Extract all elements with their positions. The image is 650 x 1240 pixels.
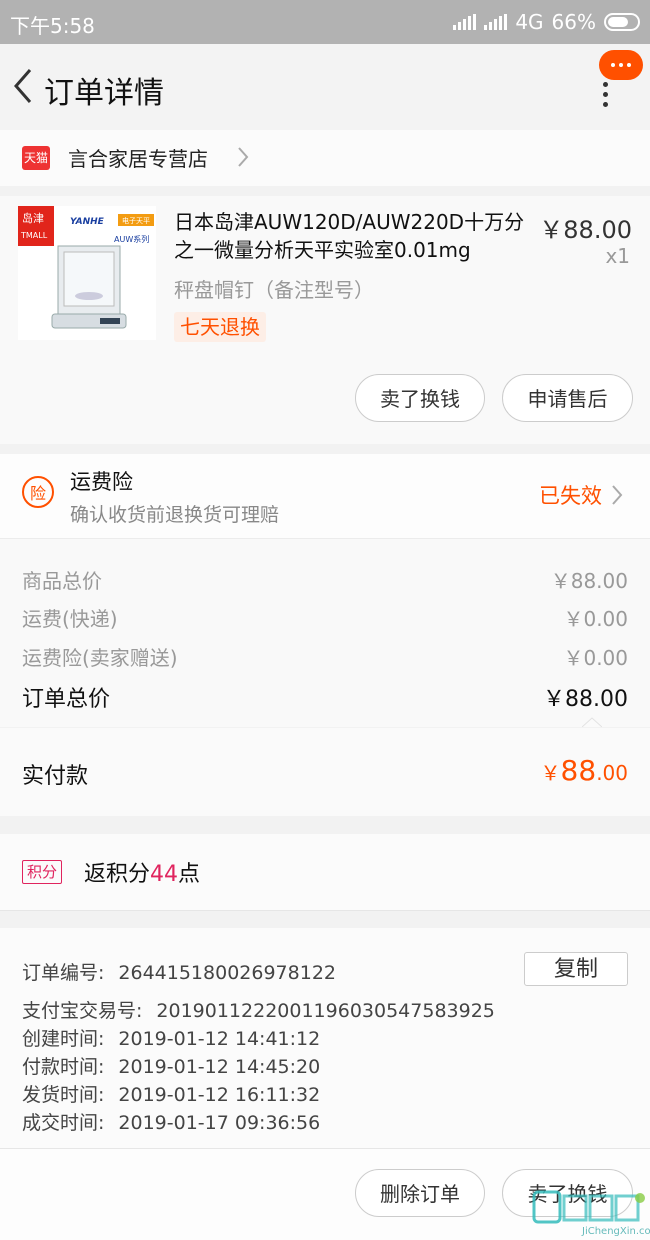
insurance-status: 已失效 <box>539 484 602 508</box>
paid-time-line: 付款时间: 2019-01-12 14:45:20 <box>22 1052 320 1079</box>
paid-amount-row: 实付款 ￥88.00 <box>0 728 650 816</box>
row-label: 商品总价 <box>22 569 102 593</box>
info-label: 订单编号: <box>22 962 105 984</box>
row-label: 运费险(卖家赠送) <box>22 646 178 670</box>
back-arrow-icon[interactable] <box>10 66 36 106</box>
kebab-menu-icon[interactable] <box>602 82 610 112</box>
info-label: 付款时间: <box>22 1056 105 1078</box>
info-label: 发货时间: <box>22 1084 105 1106</box>
points-text: 返积分44点 <box>84 856 200 888</box>
paid-label: 实付款 <box>22 764 89 789</box>
nav-bar: 订单详情 <box>0 44 650 130</box>
battery-percent: 66% <box>551 10 596 34</box>
shop-name[interactable]: 言合家居专营店 <box>68 143 208 172</box>
info-value: 2019011222001196030547583925 <box>156 1000 495 1022</box>
product-card: 岛津 TMALL YANHE 电子天平 AUW系列 日本岛津AUW120D/AU… <box>0 196 650 444</box>
seven-day-return-tag: 七天退换 <box>174 312 266 342</box>
status-bar: 下午5:58 4G 66% <box>0 0 650 44</box>
tmall-icon: 天猫 <box>22 146 50 170</box>
row-value: ￥0.00 <box>563 646 628 670</box>
created-time-line: 创建时间: 2019-01-12 14:41:12 <box>22 1024 320 1051</box>
product-quantity: x1 <box>605 244 630 268</box>
order-total-value: ￥88.00 <box>543 687 628 712</box>
watermark-text: JiChengXin.com <box>582 1226 650 1237</box>
status-indicators: 4G 66% <box>453 10 640 34</box>
copy-button[interactable]: 复制 <box>524 952 628 986</box>
order-info: 订单编号: 264415180026978122 复制 支付宝交易号: 201901… <box>0 928 650 1148</box>
info-label: 创建时间: <box>22 1028 105 1050</box>
status-time: 下午5:58 <box>10 14 95 38</box>
order-total-label: 订单总价 <box>22 687 111 712</box>
chevron-right-icon <box>238 147 249 167</box>
page-title: 订单详情 <box>44 76 164 111</box>
after-sale-button[interactable]: 申请售后 <box>502 374 633 422</box>
info-label: 成交时间: <box>22 1112 105 1134</box>
svg-text:AUW系列: AUW系列 <box>114 234 149 244</box>
network-type: 4G <box>515 10 544 34</box>
row-value: ￥88.00 <box>550 569 628 593</box>
product-title[interactable]: 日本岛津AUW120D/AUW220D十万分之一微量分析天平实验室0.01mg <box>174 208 530 264</box>
svg-text:TMALL: TMALL <box>20 231 48 240</box>
svg-text:岛津: 岛津 <box>22 211 44 225</box>
info-label: 支付宝交易号: <box>22 1000 143 1022</box>
info-value: 2019-01-12 14:45:20 <box>118 1056 321 1078</box>
info-value: 2019-01-12 16:11:32 <box>118 1084 321 1106</box>
info-value: 2019-01-12 14:41:12 <box>118 1028 321 1050</box>
shipped-time-line: 发货时间: 2019-01-12 16:11:32 <box>22 1080 320 1107</box>
shipping-insurance-row[interactable]: 险 运费险 确认收货前退换货可理赔 已失效 <box>0 454 650 539</box>
currency-symbol: ￥ <box>540 761 561 785</box>
product-thumbnail[interactable]: 岛津 TMALL YANHE 电子天平 AUW系列 <box>18 206 156 340</box>
battery-icon <box>604 13 640 31</box>
svg-text:YANHE: YANHE <box>70 217 105 227</box>
caret-up-icon <box>582 717 602 727</box>
insurance-desc: 确认收货前退换货可理赔 <box>70 504 280 526</box>
product-price: ￥88.00 <box>539 216 632 244</box>
order-number-line: 订单编号: 264415180026978122 <box>22 958 336 985</box>
price-breakdown: 商品总价 ￥88.00 运费(快递) ￥0.00 运费险(卖家赠送) ￥0.00… <box>0 539 650 727</box>
points-row: 积分 返积分44点 <box>0 834 650 911</box>
signal-icon <box>453 14 477 30</box>
info-value: 2019-01-17 09:36:56 <box>118 1112 321 1134</box>
row-value: ￥0.00 <box>563 607 628 631</box>
completed-time-line: 成交时间: 2019-01-17 09:36:56 <box>22 1108 320 1135</box>
product-spec: 秤盘帽钉（备注型号） <box>174 278 374 302</box>
balance-product-image: 岛津 TMALL YANHE 电子天平 AUW系列 <box>18 206 156 340</box>
row-label: 运费(快递) <box>22 607 118 631</box>
amount-decimal: .00 <box>596 761 628 785</box>
points-prefix: 返积分 <box>84 862 151 887</box>
delete-order-button[interactable]: 删除订单 <box>355 1169 485 1217</box>
points-badge: 积分 <box>22 860 63 884</box>
chevron-right-icon <box>612 485 623 505</box>
signal-icon <box>484 14 508 30</box>
alipay-trade-line: 支付宝交易号: 2019011222001196030547583925 <box>22 996 495 1023</box>
amount-integer: 88 <box>560 754 597 787</box>
info-value: 264415180026978122 <box>118 962 336 984</box>
paid-amount: ￥88.00 <box>541 754 628 787</box>
insurance-title: 运费险 <box>70 470 133 494</box>
more-menu-button[interactable] <box>599 50 643 80</box>
sell-for-cash-button[interactable]: 卖了换钱 <box>355 374 485 422</box>
points-number: 44 <box>150 862 179 887</box>
shop-row[interactable]: 天猫 言合家居专营店 <box>0 130 650 186</box>
svg-text:电子天平: 电子天平 <box>122 216 150 225</box>
insurance-icon: 险 <box>22 476 54 508</box>
points-suffix: 点 <box>178 862 201 887</box>
